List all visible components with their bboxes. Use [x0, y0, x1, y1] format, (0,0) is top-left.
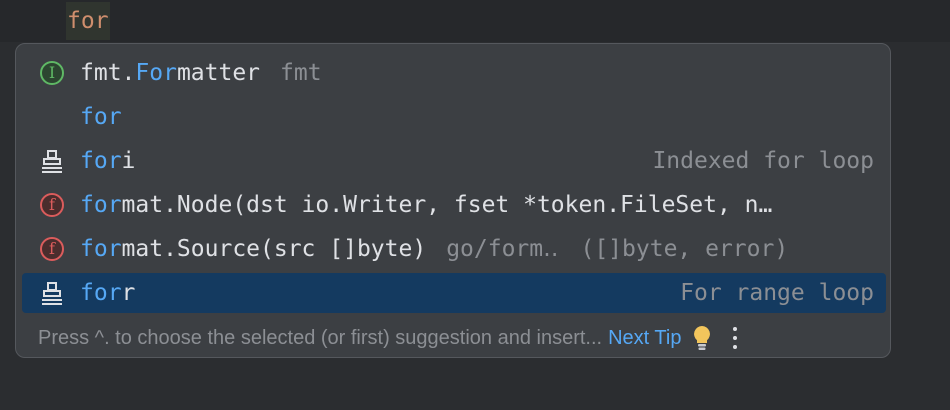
completion-item-format-source[interactable]: f for mat.Source(src []byte) go/form‥ ([]…	[22, 229, 886, 269]
item-rest: i	[121, 148, 136, 174]
item-rest: r	[121, 280, 136, 306]
item-match: for	[80, 280, 122, 306]
item-type: ([]byte, error)	[580, 236, 789, 262]
item-type: For range loop	[680, 280, 874, 306]
item-match: for	[80, 104, 122, 130]
typed-keyword[interactable]: for	[66, 2, 110, 40]
function-icon: f	[38, 191, 66, 219]
more-options-icon[interactable]	[729, 324, 741, 352]
item-match: for	[80, 148, 122, 174]
editor-current-line[interactable]: for	[0, 0, 950, 42]
completion-item-format-node[interactable]: f for mat.Node(dst io.Writer, fset *token…	[22, 185, 886, 225]
item-match: for	[80, 236, 122, 262]
item-match: For	[135, 60, 177, 86]
function-icon: f	[38, 235, 66, 263]
item-rest: mat.Node(dst io.Writer, fset *token.File…	[121, 192, 773, 218]
completion-popup: I fmt. For matter fmt for for i Indexed for…	[15, 43, 891, 358]
popup-footer: Press ^. to choose the selected (or firs…	[38, 323, 878, 353]
completion-item-fmt-formatter[interactable]: I fmt. For matter fmt	[22, 53, 886, 93]
next-tip-link[interactable]: Next Tip	[608, 327, 681, 350]
item-package: fmt	[280, 60, 322, 86]
live-template-icon	[38, 147, 66, 175]
lightbulb-icon	[691, 324, 713, 352]
completion-item-forr[interactable]: for r For range loop	[22, 273, 886, 313]
item-prefix: fmt.	[80, 60, 136, 86]
item-match: for	[80, 192, 122, 218]
item-type: Indexed for loop	[652, 148, 874, 174]
item-rest: mat.Source(src []byte)	[121, 236, 427, 262]
completion-item-fori[interactable]: for i Indexed for loop	[22, 141, 886, 181]
interface-icon: I	[38, 59, 66, 87]
item-package: go/form‥	[446, 236, 559, 262]
live-template-icon	[38, 279, 66, 307]
item-rest: matter	[176, 60, 261, 86]
completion-item-for-keyword[interactable]: for	[22, 97, 886, 137]
completion-hint: Press ^. to choose the selected (or firs…	[38, 326, 603, 349]
